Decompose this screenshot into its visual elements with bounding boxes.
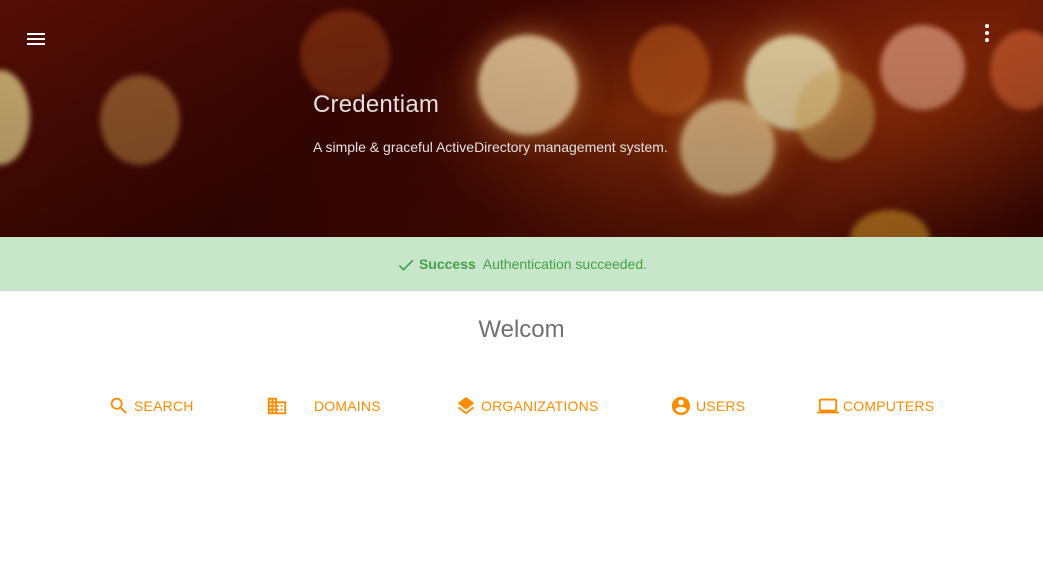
search-button[interactable]: SEARCH — [108, 393, 194, 419]
alert-message: Authentication succeeded. — [482, 256, 648, 272]
search-button-label: SEARCH — [134, 398, 194, 414]
menu-icon — [27, 33, 45, 45]
users-button[interactable]: USERS — [670, 393, 745, 419]
organizations-button-label: ORGANIZATIONS — [481, 398, 599, 414]
domain-icon — [267, 397, 287, 415]
menu-button[interactable] — [24, 27, 48, 51]
computers-button[interactable]: COMPUTERS — [817, 393, 934, 419]
search-icon — [110, 397, 127, 414]
laptop-icon — [817, 398, 839, 414]
more-vert-icon — [985, 24, 989, 42]
organizations-button[interactable]: ORGANIZATIONS — [455, 393, 598, 419]
account-circle-icon — [671, 396, 691, 416]
domains-button-label: DOMAINS — [314, 398, 381, 414]
quick-nav: SEARCH DOMAINS ORGANIZATIONS USERS COMPU… — [0, 393, 1043, 419]
hero-banner: Credentiam A simple & graceful ActiveDir… — [0, 0, 1043, 237]
users-button-label: USERS — [696, 398, 746, 414]
alert-label: Success — [418, 256, 476, 272]
computers-button-label: COMPUTERS — [843, 398, 935, 414]
more-options-button[interactable] — [975, 21, 999, 45]
page-title: Credentiam — [313, 91, 440, 118]
page-subtitle: A simple & graceful ActiveDirectory mana… — [313, 139, 668, 155]
welcome-heading: Welcom — [478, 316, 565, 343]
check-icon — [398, 259, 414, 271]
layers-icon — [457, 396, 475, 415]
domains-button[interactable]: DOMAINS — [266, 393, 381, 419]
hero-overlay — [0, 0, 1043, 237]
success-alert: Success Authentication succeeded. — [0, 237, 1043, 291]
